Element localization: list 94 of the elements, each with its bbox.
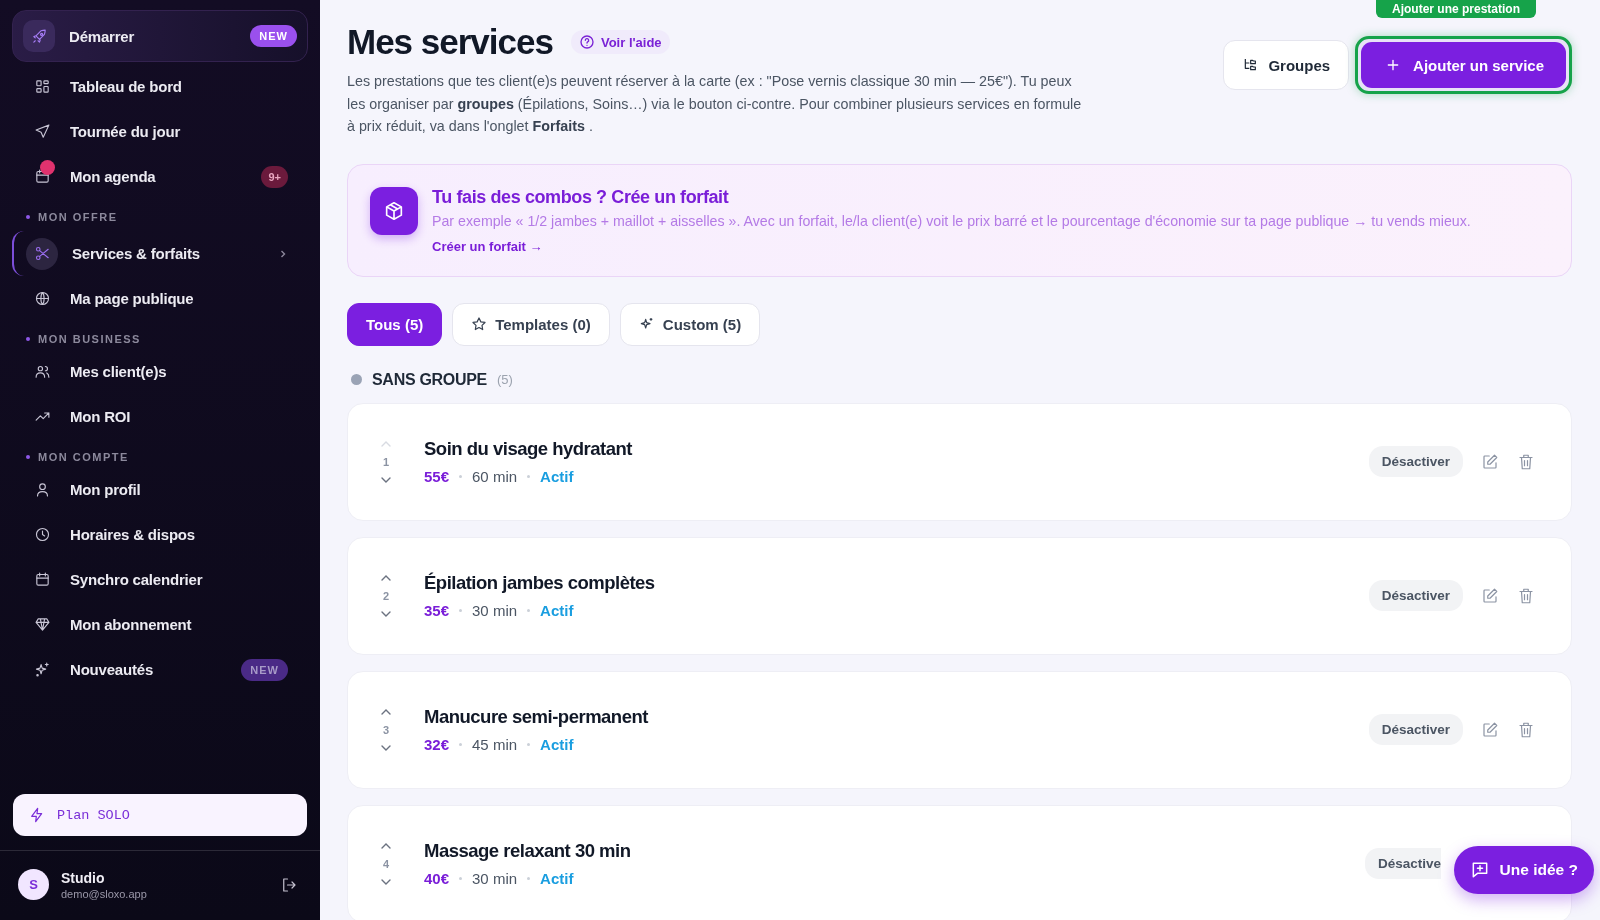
user-email: demo@sloxo.app: [61, 887, 148, 900]
edit-icon[interactable]: [1481, 720, 1499, 739]
edit-icon[interactable]: [1481, 452, 1499, 471]
feedback-button[interactable]: Une idée ?: [1453, 846, 1594, 894]
package-icon: [383, 199, 405, 222]
clock-icon: [33, 526, 51, 543]
service-status: Actif: [540, 468, 574, 485]
group-count: (5): [496, 372, 513, 387]
deactivate-button[interactable]: Désactiver: [1368, 580, 1463, 611]
logout-icon[interactable]: [280, 875, 298, 894]
add-service-button[interactable]: Ajouter un service: [1361, 42, 1566, 88]
service-duration: 30 min: [472, 870, 518, 887]
move-up-icon[interactable]: [380, 841, 392, 850]
service-status: Actif: [540, 736, 574, 753]
sidebar-item[interactable]: Mon abonnement: [12, 602, 308, 647]
paper-plane-icon: [33, 123, 51, 140]
section-heading: MON OFFRE: [12, 199, 308, 227]
sidebar-item[interactable]: Mon agenda 9+: [12, 154, 308, 199]
service-price: 55€: [424, 468, 450, 485]
start-item[interactable]: Démarrer NEW: [12, 10, 308, 62]
position-number: 4: [382, 857, 390, 870]
deactivate-button[interactable]: Désactiver: [1368, 714, 1463, 745]
rocket-icon: [30, 27, 48, 45]
service-price: 32€: [424, 736, 450, 753]
chevron-icon: [278, 248, 288, 259]
trash-icon[interactable]: [1517, 720, 1535, 739]
sidebar-item[interactable]: Mes client(e)s: [12, 349, 308, 394]
move-down-icon[interactable]: [380, 877, 392, 886]
deactivate-button[interactable]: Désactive: [1364, 848, 1441, 879]
sidebar-item[interactable]: Horaires & dispos: [12, 512, 308, 557]
service-price: 40€: [424, 870, 450, 887]
plan-button[interactable]: Plan SOLO: [13, 794, 307, 836]
promo-title: Tu fais des combos ? Crée un forfait: [432, 186, 730, 208]
sidebar-item[interactable]: Services & forfaits: [12, 231, 308, 276]
help-icon: [578, 34, 595, 50]
position-number: 3: [382, 723, 390, 736]
service-price: 35€: [424, 602, 450, 619]
new-badge: NEW: [250, 25, 297, 47]
badge: 9+: [261, 165, 288, 188]
groups-button[interactable]: Groupes: [1223, 40, 1350, 90]
star-icon: [471, 316, 488, 332]
sidebar-item[interactable]: Mon profil: [12, 467, 308, 512]
scissors-icon: [33, 245, 51, 262]
create-package-link[interactable]: Créer un forfait →: [432, 238, 1471, 254]
help-link[interactable]: Voir l'aide: [570, 30, 670, 54]
service-duration: 45 min: [472, 736, 518, 753]
filter-tab[interactable]: Templates (0): [452, 302, 610, 346]
sidebar-item[interactable]: Synchro calendrier: [12, 557, 308, 602]
section-heading: MON BUSINESS: [12, 321, 308, 349]
service-name: Massage relaxant 30 min: [424, 840, 632, 862]
move-up-icon[interactable]: [380, 707, 392, 716]
service-name: Soin du visage hydratant: [424, 438, 633, 460]
move-down-icon[interactable]: [380, 609, 392, 618]
service-status: Actif: [540, 870, 574, 887]
sparkle-icon: [638, 316, 655, 332]
sparkle-icon: [33, 661, 51, 678]
diamond-icon: [33, 616, 51, 633]
service-name: Épilation jambes complètes: [424, 572, 656, 594]
tooltip: Ajouter une prestation: [1376, 0, 1536, 18]
move-down-icon[interactable]: [380, 743, 392, 752]
trash-icon[interactable]: [1517, 586, 1535, 605]
group-name: SANS GROUPE: [372, 370, 487, 389]
section-heading: MON COMPTE: [12, 439, 308, 467]
service-name: Manucure semi-permanent: [424, 706, 649, 728]
deactivate-button[interactable]: Désactiver: [1368, 446, 1463, 477]
user-name: Studio: [61, 869, 106, 886]
sidebar-item[interactable]: Ma page publique: [12, 276, 308, 321]
filter-tab[interactable]: Tous (5): [347, 302, 443, 346]
badge: NEW: [241, 658, 288, 681]
position-number: 1: [382, 455, 390, 468]
page-description: Les prestations que tes client(e)s peuvent réserver à la carte (ex : "Pose vernis classique 30 min — 25€"). Tu peux les organiser par groupes (Épilations, Soins…) via le bouton ci-contre. Pour combiner plusieurs services en formule à prix réduit, va dans l'onglet Forfaits .: [347, 72, 1083, 136]
promo-text: Par exemple « 1/2 jambes + maillot + aisselles ». Avec un forfait, le/la client(e) voit le prix barré et le pourcentage d'économie sur ta page publique → tu vends mieux.: [432, 212, 1471, 229]
globe-icon: [33, 290, 51, 307]
folder-tree-icon: [1242, 57, 1259, 73]
avatar: S: [18, 869, 49, 900]
position-number: 2: [382, 589, 390, 602]
calendar-icon: [33, 168, 51, 185]
service-duration: 60 min: [472, 468, 518, 485]
trash-icon[interactable]: [1517, 452, 1535, 471]
edit-icon[interactable]: [1481, 586, 1499, 605]
filter-tab[interactable]: Custom (5): [619, 302, 761, 346]
calendar-icon: [33, 571, 51, 588]
sidebar-item[interactable]: Nouveautés NEW: [12, 647, 308, 692]
service-status: Actif: [540, 602, 574, 619]
grid-icon: [33, 78, 51, 95]
lightning-icon: [29, 807, 45, 823]
page-title: Mes services: [347, 22, 553, 62]
sidebar-item[interactable]: Tournée du jour: [12, 109, 308, 154]
people-icon: [33, 363, 51, 380]
move-up-icon[interactable]: [380, 573, 392, 582]
move-down-icon[interactable]: [380, 475, 392, 484]
sidebar-item[interactable]: Mon ROI: [12, 394, 308, 439]
sidebar-item[interactable]: Tableau de bord: [12, 64, 308, 109]
service-duration: 30 min: [472, 602, 518, 619]
